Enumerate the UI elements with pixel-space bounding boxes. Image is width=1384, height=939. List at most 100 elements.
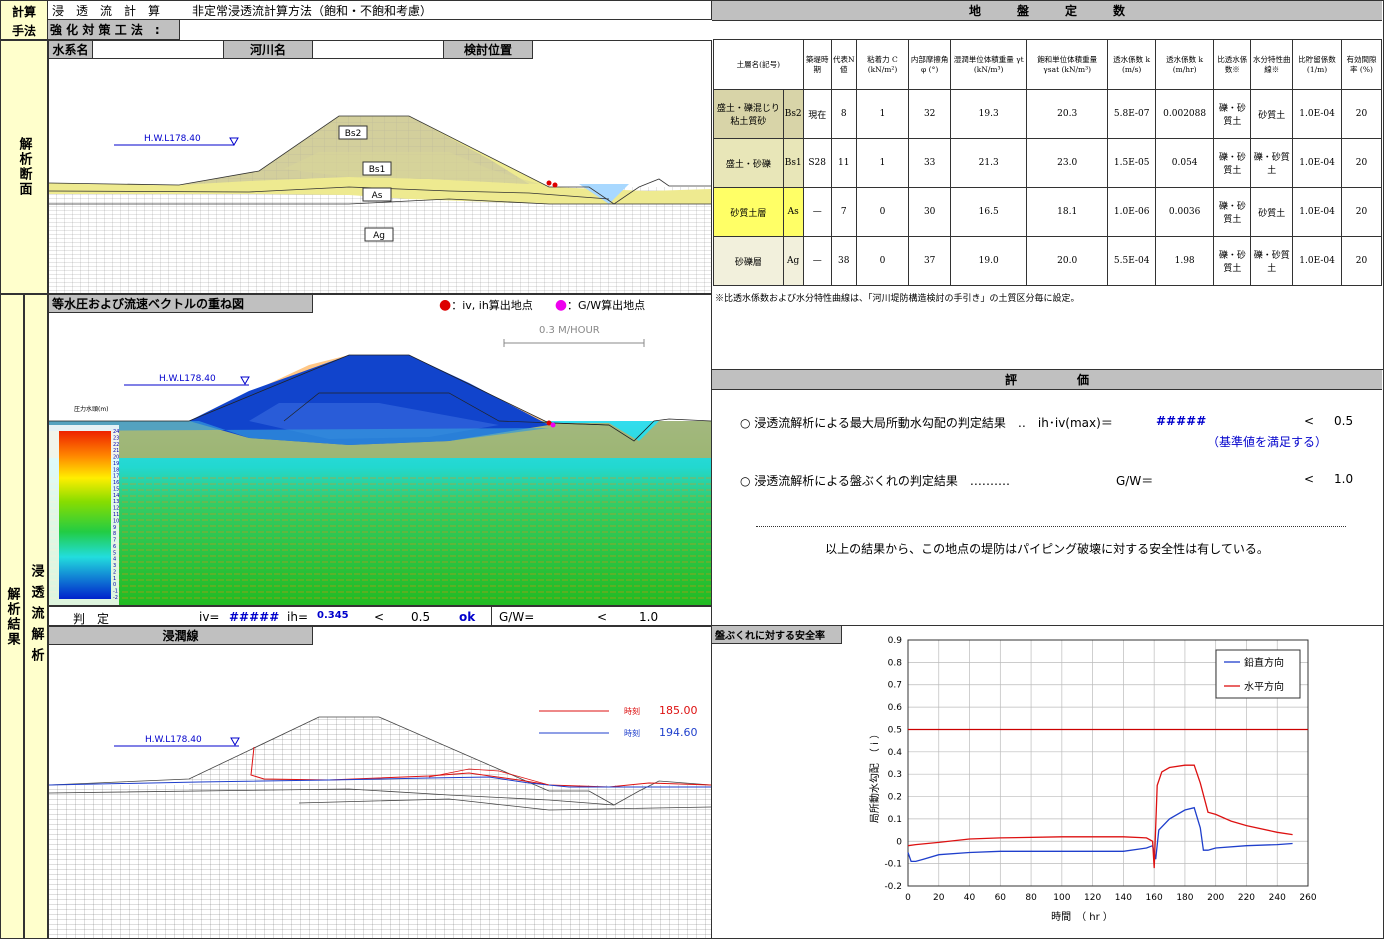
y-tick-label: 0.3	[888, 770, 902, 780]
pressure-scale-tick: 7	[113, 538, 116, 544]
soil-header-cell: 透水係数 k (m/s)	[1107, 39, 1157, 90]
legend-entry: 鉛直方向	[1244, 656, 1284, 669]
position-label: 検討位置	[443, 41, 533, 59]
judgement-row: 判 定 iv= ##### ih= 0.345 < 0.5 ok G/W= < …	[48, 606, 712, 626]
soil-cell-period: 現在	[802, 89, 832, 139]
legend-a-label: 時刻	[624, 707, 640, 716]
side-label-seepage: 浸透流解析	[24, 294, 48, 939]
soil-cell-rel: 礫・砂質土	[1213, 236, 1252, 286]
x-tick-label: 80	[1025, 893, 1037, 903]
seepage-side-label: 浸透流解析	[28, 564, 44, 669]
soil-header-cell: 内部摩擦角 φ (°)	[908, 39, 952, 90]
pressure-contour-diagram: H.W.L178.40 圧力水頭(m) 24232221201918171615…	[49, 339, 711, 605]
soil-cell-ss: 1.0E-04	[1292, 236, 1342, 286]
pressure-scale-tick: -1	[113, 589, 118, 595]
water-system-value	[93, 41, 223, 59]
soil-cell-n: 11	[830, 138, 857, 188]
pressure-scale-tick: 18	[113, 467, 119, 473]
soil-cell-rel: 礫・砂質土	[1213, 187, 1252, 237]
x-tick-label: 0	[905, 893, 911, 903]
soil-cell-name: 盛土・砂礫	[713, 138, 784, 188]
pressure-scale-tick: 3	[113, 563, 116, 569]
x-tick-label: 40	[964, 893, 976, 903]
layer-bs1-label: Bs1	[369, 165, 386, 175]
x-tick-label: 120	[1084, 893, 1101, 903]
lt-2: <	[597, 610, 608, 624]
river-label: 河川名	[223, 41, 313, 59]
soil-cell-phi: 30	[908, 187, 952, 237]
limit-1: 0.5	[411, 610, 431, 624]
soil-cell-ss: 1.0E-04	[1292, 138, 1342, 188]
evaluation-panel: 評 価 ○ 浸透流解析による最大局所動水勾配の判定結果 ‥ ih･iv(max)…	[712, 370, 1384, 626]
soil-cell-k2: 1.98	[1155, 236, 1215, 286]
legend-a-value: 185.00	[659, 704, 698, 717]
pressure-scale-tick: -2	[113, 595, 118, 601]
soil-cell-phi: 33	[908, 138, 952, 188]
y-tick-label: 0.2	[888, 793, 902, 803]
pressure-scale-tick: 1	[113, 576, 116, 582]
lt-1: <	[374, 610, 385, 624]
y-axis-label: 局所動水勾配 （ i ）	[868, 729, 881, 823]
x-tick-label: 160	[1146, 893, 1163, 903]
pressure-scale-tick: 19	[113, 461, 119, 467]
soil-cell-c: 1	[855, 89, 910, 139]
soil-row: 砂質土層 As —7 0 30 16.5 18.1 1.0E-06 0.0036 礫・砂質土 砂質土…	[713, 187, 1383, 237]
layer-as-label: As	[372, 191, 383, 201]
pressure-scale-tick: 23	[113, 435, 119, 441]
river-value	[313, 41, 443, 59]
soil-table-note: ※比透水係数および水分特性曲線は、「河川堤防構造検討の手引き」の土質区分毎に設定…	[715, 294, 1080, 304]
y-tick-label: 0.7	[888, 681, 902, 691]
soil-row: 砂礫層 Ag —38 0 37 19.0 20.0 5.5E-04 1.98 礫・砂質土 礫・砂質土…	[713, 236, 1383, 286]
y-tick-label: 0.9	[888, 636, 903, 646]
soil-header-cell: 粘着力 C (kN/m²)	[855, 39, 910, 90]
pressure-panel-title: 等水圧および流速ベクトルの重ね図	[49, 295, 313, 313]
layer-bs2-label: Bs2	[345, 129, 362, 139]
soil-header-cell: 築堤時期	[802, 39, 832, 90]
soil-cell-rel: 礫・砂質土	[1213, 138, 1252, 188]
eval-line2-lt: <	[1304, 472, 1315, 486]
soil-cell-ss: 1.0E-04	[1292, 89, 1342, 139]
pressure-scale-tick: 11	[113, 512, 119, 518]
legend-b-label: 時刻	[624, 729, 640, 738]
legend-iv-ih: ：iv, ih算出地点	[451, 299, 533, 312]
chart-panel: 盤ぶくれに対する安全率 0 20 40 60 80 100 120 140 160 180 200 2…	[712, 626, 1384, 939]
x-tick-label: 220	[1238, 893, 1255, 903]
soil-cell-gt: 21.3	[950, 138, 1028, 188]
soil-cell-n: 38	[830, 236, 857, 286]
judgement-label: 判 定	[73, 612, 110, 626]
pressure-scale-tick: 4	[113, 557, 116, 563]
soil-row: 盛土・砂礫 Bs1 S28 11 1 33 21.3 23.0 1.5E-05 0.054 礫・砂質…	[713, 138, 1383, 188]
pressure-legend: ● ：iv, ih算出地点 ● ：G/W算出地点	[439, 297, 645, 313]
soil-cell-curve: 砂質土	[1250, 187, 1294, 237]
soil-cell-rel: 礫・砂質土	[1213, 89, 1252, 139]
y-tick-label: -0.2	[884, 882, 902, 892]
ih-label: ih=	[287, 610, 308, 624]
soil-header-cell: 湿潤単位体積重量 γt (kN/m³)	[950, 39, 1028, 90]
pressure-scale-tick: 24	[113, 429, 119, 435]
side-label-results: 解析結果	[0, 294, 24, 939]
soil-cell-por: 20	[1340, 89, 1383, 139]
soil-header-cell: 比貯留係数 (1/m)	[1292, 39, 1342, 90]
soil-cell-k1: 5.8E-07	[1107, 89, 1157, 139]
y-tick-label: 0.5	[888, 725, 902, 735]
y-tick-label: 0.4	[888, 748, 903, 758]
soil-table-title: 地 盤 定 数	[712, 1, 1382, 21]
safety-factor-chart: 0 20 40 60 80 100 120 140 160 180 200 220 240 260 -0.2…	[868, 636, 1317, 923]
soil-header-cell: 土層名(記号)	[713, 39, 804, 90]
limit-2: 1.0	[639, 610, 659, 624]
soil-cell-name: 盛土・礫混じり粘土質砂	[713, 89, 784, 139]
soil-cell-c: 1	[855, 138, 910, 188]
strengthen-label: 強 化 対 策 工 法 :	[48, 20, 180, 40]
iv-label: iv=	[199, 610, 220, 624]
series-line	[907, 806, 1293, 863]
pressure-scale-tick: 15	[113, 486, 119, 492]
eval-line1-value: #####	[1156, 414, 1207, 428]
soil-cell-c: 0	[855, 236, 910, 286]
hwl-label-1: H.W.L178.40	[144, 134, 201, 144]
soil-cell-curve: 礫・砂質土	[1250, 236, 1294, 286]
hwl-label-2: H.W.L178.40	[159, 374, 216, 384]
soil-cell-k2: 0.0036	[1155, 187, 1215, 237]
soil-cell-period: S28	[802, 138, 832, 188]
y-tick-label: 0.8	[888, 658, 903, 668]
legend-gw: ：G/W算出地点	[567, 299, 646, 312]
